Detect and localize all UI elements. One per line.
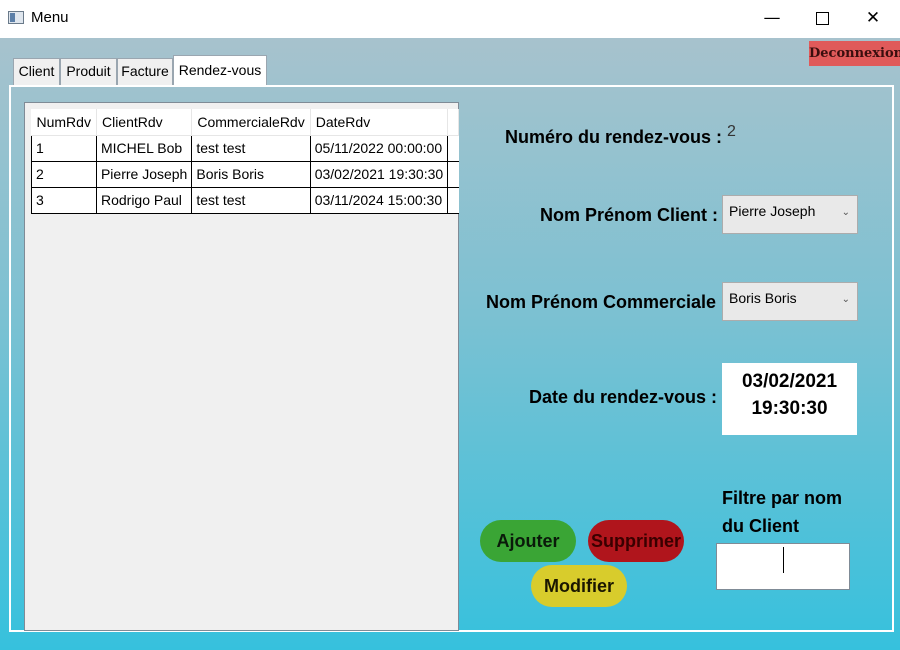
client-filter-label-line1: Filtre par nom xyxy=(722,488,843,508)
appointment-number-label: Numéro du rendez-vous : xyxy=(505,127,723,147)
text-caret xyxy=(783,547,784,573)
date-value: 03/02/2021 xyxy=(741,371,838,392)
cell-clientrdv[interactable]: Rodrigo Paul xyxy=(95,186,193,214)
window-app-icon xyxy=(8,11,24,24)
cell-daterdv[interactable]: 05/11/2022 00:00:00 xyxy=(309,134,449,162)
grid-header-row: NumRdv ClientRdv CommercialeRdv DateRdv xyxy=(31,109,460,136)
appointment-date-label: Date du rendez-vous : xyxy=(529,387,718,407)
minimize-button[interactable]: — xyxy=(749,4,795,32)
maximize-button[interactable] xyxy=(799,4,845,32)
cell-commercialerdv[interactable]: test test xyxy=(191,186,311,214)
cell-filler xyxy=(447,186,459,214)
cell-numrdv[interactable]: 1 xyxy=(31,134,97,162)
chevron-down-icon: ⌄ xyxy=(841,294,850,305)
commercial-select[interactable]: Boris Boris ⌄ xyxy=(722,282,858,321)
time-value: 19:30:30 xyxy=(751,398,828,419)
add-button[interactable]: Ajouter xyxy=(480,520,576,562)
chevron-down-icon: ⌄ xyxy=(841,207,850,218)
appointments-grid[interactable]: NumRdv ClientRdv CommercialeRdv DateRdv … xyxy=(24,102,460,631)
close-button[interactable]: ✕ xyxy=(850,4,896,32)
client-filter-label: Filtre par nom du Client xyxy=(722,484,842,540)
client-select-value: Pierre Joseph xyxy=(729,203,816,219)
cell-commercialerdv[interactable]: test test xyxy=(191,134,311,162)
client-name-label: Nom Prénom Client : xyxy=(540,205,719,225)
column-header-clientrdv[interactable]: ClientRdv xyxy=(96,109,193,136)
tab-produit[interactable]: Produit xyxy=(60,58,117,85)
appointment-number-value: 2 xyxy=(727,123,736,140)
title-bar: Menu — ✕ xyxy=(0,0,900,38)
column-header-filler xyxy=(447,109,460,136)
logout-button[interactable]: Deconnexion xyxy=(809,41,900,66)
modify-button[interactable]: Modifier xyxy=(531,565,627,607)
cell-numrdv[interactable]: 2 xyxy=(31,160,97,188)
column-header-numrdv[interactable]: NumRdv xyxy=(31,109,97,136)
commercial-name-label: Nom Prénom Commerciale : xyxy=(486,292,728,312)
table-row[interactable]: 1 MICHEL Bob test test 05/11/2022 00:00:… xyxy=(31,134,459,162)
cell-clientrdv[interactable]: MICHEL Bob xyxy=(95,134,193,162)
cell-daterdv[interactable]: 03/11/2024 15:00:30 xyxy=(309,186,449,214)
column-header-commercialerdv[interactable]: CommercialeRdv xyxy=(191,109,311,136)
cell-filler xyxy=(447,160,459,188)
client-filter-label-line2: du Client xyxy=(722,516,799,536)
cell-filler xyxy=(447,134,459,162)
client-filter-input[interactable] xyxy=(716,543,850,590)
cell-numrdv[interactable]: 3 xyxy=(31,186,97,214)
cell-commercialerdv[interactable]: Boris Boris xyxy=(191,160,311,188)
client-select[interactable]: Pierre Joseph ⌄ xyxy=(722,195,858,234)
cell-clientrdv[interactable]: Pierre Joseph xyxy=(95,160,193,188)
table-row[interactable]: 3 Rodrigo Paul test test 03/11/2024 15:0… xyxy=(31,186,459,214)
commercial-select-value: Boris Boris xyxy=(729,290,797,306)
tab-facture[interactable]: Facture xyxy=(117,58,173,85)
delete-button[interactable]: Supprimer xyxy=(588,520,684,562)
window-title: Menu xyxy=(31,9,69,26)
tab-client[interactable]: Client xyxy=(13,58,60,85)
cell-daterdv[interactable]: 03/02/2021 19:30:30 xyxy=(309,160,449,188)
appointment-date-picker[interactable]: 03/02/2021 19:30:30 xyxy=(722,363,857,435)
tab-rendez-vous[interactable]: Rendez-vous xyxy=(173,55,267,86)
table-row[interactable]: 2 Pierre Joseph Boris Boris 03/02/2021 1… xyxy=(31,160,459,188)
column-header-daterdv[interactable]: DateRdv xyxy=(310,109,449,136)
maximize-icon xyxy=(815,11,829,25)
